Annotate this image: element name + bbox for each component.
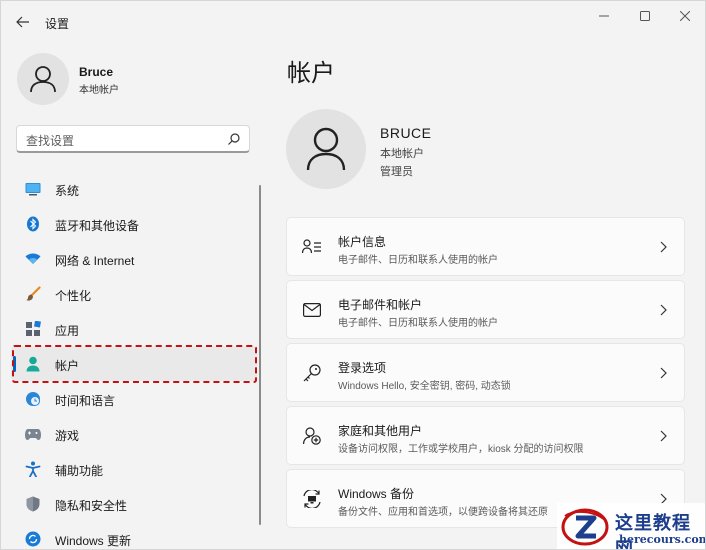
site-watermark: 这里教程网 herecours.com: [557, 503, 706, 549]
apps-icon: [25, 321, 41, 337]
sidebar-item-label: Windows 更新: [55, 534, 132, 548]
search-icon: [228, 133, 240, 145]
chevron-right-icon: [658, 303, 668, 317]
title-bar: 设置: [1, 1, 705, 41]
bluetooth-icon: [25, 216, 41, 232]
card-title: 登录选项: [338, 361, 387, 375]
card-family-other-users[interactable]: 家庭和其他用户 设备访问权限，工作或学校用户，kiosk 分配的访问权限: [286, 406, 685, 465]
sidebar-item-label: 个性化: [55, 289, 92, 303]
watermark-site-url: herecours.com: [619, 533, 706, 546]
sidebar-item-gaming[interactable]: 游戏: [11, 416, 257, 451]
back-button[interactable]: [11, 11, 35, 33]
app-title: 设置: [45, 17, 70, 31]
card-title: 家庭和其他用户: [338, 424, 423, 438]
sidebar-item-windows-update[interactable]: Windows 更新: [11, 521, 257, 549]
sidebar-item-accounts[interactable]: 帐户: [11, 346, 257, 381]
close-icon: [680, 11, 690, 21]
close-button[interactable]: [665, 5, 705, 27]
sidebar-item-apps[interactable]: 应用: [11, 311, 257, 346]
key-icon: [302, 363, 322, 383]
shield-icon: [25, 496, 41, 512]
card-description: 设备访问权限，工作或学校用户，kiosk 分配的访问权限: [338, 444, 584, 455]
sidebar-item-label: 帐户: [55, 359, 80, 373]
card-email-accounts[interactable]: 电子邮件和帐户 电子邮件、日历和联系人使用的帐户: [286, 280, 685, 339]
user-icon: [30, 66, 56, 93]
mail-icon: [302, 300, 322, 320]
account-type: 本地帐户: [380, 148, 424, 160]
sidebar-item-bluetooth[interactable]: 蓝牙和其他设备: [11, 206, 257, 241]
gamepad-icon: [25, 426, 41, 442]
maximize-icon: [640, 11, 650, 21]
chevron-right-icon: [658, 366, 668, 380]
page-title: 帐户: [287, 60, 335, 87]
sidebar-item-label: 隐私和安全性: [55, 499, 128, 513]
update-icon: [25, 531, 41, 547]
sidebar-item-time-language[interactable]: 时间和语言: [11, 381, 257, 416]
sidebar-item-label: 辅助功能: [55, 464, 104, 478]
card-title: 电子邮件和帐户: [338, 298, 423, 312]
account-role: 管理员: [380, 166, 413, 178]
search-input[interactable]: 查找设置: [16, 125, 250, 153]
card-account-info[interactable]: 帐户信息 电子邮件、日历和联系人使用的帐户: [286, 217, 685, 276]
monitor-icon: [25, 181, 41, 197]
user-icon: [306, 127, 346, 171]
back-arrow-icon: [16, 16, 29, 28]
profile-name: Bruce: [79, 65, 114, 79]
globe-clock-icon: [25, 391, 41, 407]
minimize-button[interactable]: [584, 5, 624, 27]
minimize-icon: [599, 15, 609, 17]
sidebar-item-privacy[interactable]: 隐私和安全性: [11, 486, 257, 521]
card-description: 电子邮件、日历和联系人使用的帐户: [338, 318, 498, 329]
chevron-right-icon: [658, 240, 668, 254]
card-description: 备份文件、应用和首选项，以便跨设备将其还原: [338, 507, 548, 518]
brush-icon: [25, 286, 41, 302]
sidebar-item-label: 蓝牙和其他设备: [55, 219, 140, 233]
watermark-logo-icon: [561, 508, 609, 546]
card-description: Windows Hello, 安全密钥, 密码, 动态锁: [338, 381, 511, 392]
card-title: Windows 备份: [338, 487, 415, 501]
settings-window: 设置 Bruce 本地帐户 查找设置 系统 蓝牙和其他设备 网络 & Inter…: [0, 0, 706, 550]
accessibility-icon: [25, 461, 41, 477]
account-info-icon: [302, 237, 322, 257]
sidebar-item-system[interactable]: 系统: [11, 171, 257, 206]
sidebar-scrollbar[interactable]: [259, 185, 261, 525]
sidebar-item-label: 系统: [55, 184, 80, 198]
sidebar-item-label: 应用: [55, 324, 80, 338]
sidebar-item-label: 游戏: [55, 429, 80, 443]
search-placeholder: 查找设置: [26, 134, 75, 148]
chevron-right-icon: [658, 429, 668, 443]
card-description: 电子邮件、日历和联系人使用的帐户: [338, 255, 498, 266]
active-indicator: [13, 356, 16, 372]
add-user-icon: [302, 426, 322, 446]
account-name: BRUCE: [380, 125, 432, 141]
person-icon: [25, 356, 41, 372]
account-avatar[interactable]: [286, 109, 366, 189]
sidebar-item-network[interactable]: 网络 & Internet: [11, 241, 257, 276]
maximize-button[interactable]: [625, 5, 665, 27]
avatar[interactable]: [17, 53, 69, 105]
sidebar-item-accessibility[interactable]: 辅助功能: [11, 451, 257, 486]
profile-account-type: 本地帐户: [79, 85, 119, 96]
sidebar-item-label: 网络 & Internet: [55, 254, 135, 268]
sidebar-item-label: 时间和语言: [55, 394, 116, 408]
sidebar-nav: 系统 蓝牙和其他设备 网络 & Internet 个性化 应用 帐户 时间和语言…: [11, 171, 257, 549]
card-title: 帐户信息: [338, 235, 387, 249]
backup-icon: [302, 489, 322, 509]
card-sign-in-options[interactable]: 登录选项 Windows Hello, 安全密钥, 密码, 动态锁: [286, 343, 685, 402]
sidebar-item-personalization[interactable]: 个性化: [11, 276, 257, 311]
wifi-icon: [25, 251, 41, 267]
